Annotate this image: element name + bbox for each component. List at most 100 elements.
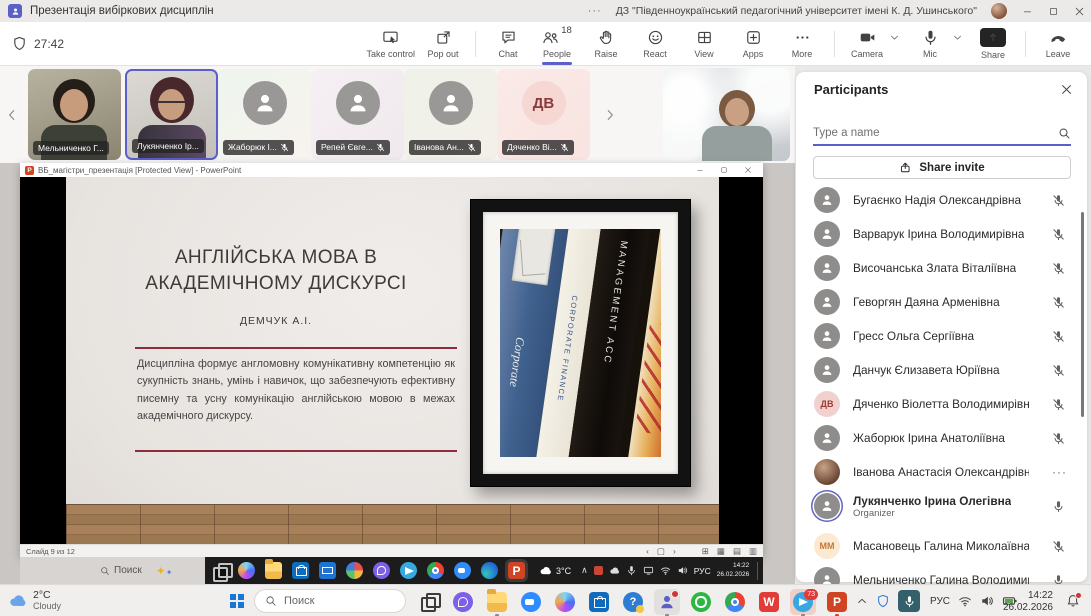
participant-row[interactable]: Гресс Ольга Сергіївна: [796, 320, 1087, 352]
zoom-icon[interactable]: [454, 562, 471, 579]
participant-search[interactable]: [813, 122, 1071, 146]
onedrive-icon[interactable]: [609, 565, 620, 576]
avatar-tile[interactable]: Іванова Ан...: [404, 69, 497, 160]
react-button[interactable]: React: [634, 24, 676, 64]
chat-button[interactable]: Chat: [487, 24, 529, 64]
pop-out-button[interactable]: Pop out: [422, 24, 464, 64]
mail-icon[interactable]: [319, 562, 336, 579]
participant-row[interactable]: Бугаєнко Надія Олександрівна: [796, 184, 1087, 216]
store-icon[interactable]: [586, 589, 612, 615]
copilot-icon[interactable]: [552, 589, 578, 615]
mic-off-icon[interactable]: [1052, 262, 1065, 275]
slideshow-view-icon[interactable]: ▥: [749, 546, 757, 557]
user-avatar[interactable]: [991, 3, 1007, 19]
mic-off-icon[interactable]: [1052, 228, 1065, 241]
weather-widget[interactable]: 2°CCloudy: [8, 589, 61, 611]
monitor-icon[interactable]: [643, 565, 654, 576]
participant-row[interactable]: ДВ Дяченко Віолетта Володимирівна: [796, 388, 1087, 420]
mic-chevron-icon[interactable]: [952, 32, 963, 43]
avatar-tile[interactable]: Жаборюк І...: [218, 69, 311, 160]
task-view-icon[interactable]: [211, 562, 228, 579]
strip-next-icon[interactable]: [602, 104, 618, 126]
view-button[interactable]: View: [683, 24, 725, 64]
participant-row-organizer[interactable]: Лукянченко Ірина Олегівна Organizer: [796, 486, 1087, 526]
participant-search-input[interactable]: [813, 127, 1058, 139]
normal-view-icon[interactable]: ⊞: [702, 546, 709, 557]
shared-clock[interactable]: 14:22 26.02.2026: [717, 562, 750, 578]
zoom-icon[interactable]: [518, 589, 544, 615]
prev-slide-icon[interactable]: ‹: [646, 546, 649, 557]
shared-search[interactable]: Поиск: [100, 565, 142, 576]
raise-hand-button[interactable]: Raise: [585, 24, 627, 64]
camera-button[interactable]: Camera: [846, 24, 888, 64]
participant-row[interactable]: Данчук Єлизавета Юріївна: [796, 354, 1087, 386]
mic-off-icon[interactable]: [1052, 330, 1065, 343]
mic-off-icon[interactable]: [1052, 194, 1065, 207]
wifi-icon[interactable]: [958, 585, 972, 616]
taskbar-clock[interactable]: 14:22 26.02.2026: [1003, 590, 1053, 614]
chrome-icon[interactable]: [427, 562, 444, 579]
minimize-icon[interactable]: [1021, 5, 1033, 17]
participant-row[interactable]: Іванова Анастасія Олександрівна ···: [796, 456, 1087, 488]
powerpoint-taskbar-icon[interactable]: [824, 589, 850, 615]
participant-row[interactable]: Жаборюк Ірина Анатоліївна: [796, 422, 1087, 454]
maximize-icon[interactable]: [1047, 5, 1059, 17]
mic-off-icon[interactable]: [1052, 398, 1065, 411]
next-slide-icon[interactable]: ›: [673, 546, 676, 557]
powerpoint-taskbar-icon[interactable]: [508, 562, 525, 579]
store-icon[interactable]: [292, 562, 309, 579]
share-button[interactable]: Share: [972, 24, 1014, 64]
video-tile-large[interactable]: [663, 68, 790, 161]
ppt-restore-icon[interactable]: [720, 166, 728, 174]
ppt-close-icon[interactable]: [744, 166, 752, 174]
mic-off-icon[interactable]: [1052, 296, 1065, 309]
leave-button[interactable]: Leave: [1037, 24, 1079, 64]
mic-tray-icon[interactable]: [626, 565, 637, 576]
avatar-tile[interactable]: ДВ Дяченко Ві...: [497, 69, 590, 160]
get-help-icon[interactable]: [620, 589, 646, 615]
panel-close-icon[interactable]: [1060, 83, 1073, 96]
take-control-button[interactable]: Take control: [366, 24, 415, 64]
participant-row[interactable]: ММ Масановець Галина Миколаївна: [796, 530, 1087, 562]
wps-office-icon[interactable]: [756, 589, 782, 615]
chrome-icon[interactable]: [722, 589, 748, 615]
participant-row[interactable]: Варварук Ірина Володимирівна: [796, 218, 1087, 250]
avatar-tile[interactable]: Репей Євге...: [311, 69, 404, 160]
volume-icon[interactable]: [980, 585, 994, 616]
viber-icon[interactable]: [373, 562, 390, 579]
file-explorer-icon[interactable]: [265, 562, 282, 579]
people-button[interactable]: 18 People: [536, 24, 578, 64]
telegram-icon[interactable]: [400, 562, 417, 579]
viber-icon[interactable]: [450, 589, 476, 615]
notifications-bell-icon[interactable]: [1066, 585, 1080, 616]
teams-taskbar-icon[interactable]: [654, 589, 680, 615]
network-icon[interactable]: [660, 565, 671, 576]
edge-icon[interactable]: [481, 562, 498, 579]
tray-expand-icon[interactable]: [856, 585, 868, 616]
camera-chevron-icon[interactable]: [889, 32, 900, 43]
taskbar-search-input[interactable]: [284, 595, 384, 607]
shared-weather[interactable]: 3°C: [539, 564, 571, 577]
show-desktop-strip[interactable]: [757, 562, 758, 580]
mic-in-use-indicator[interactable]: [898, 585, 920, 616]
panel-scrollbar[interactable]: [1081, 212, 1084, 417]
participant-row[interactable]: Височанська Злата Віталіївна: [796, 252, 1087, 284]
more-button[interactable]: More: [781, 24, 823, 64]
video-tile[interactable]: Мельниченко Г...: [28, 69, 121, 160]
video-tile-speaking[interactable]: Лукянченко Ір...: [125, 69, 218, 160]
mic-off-icon[interactable]: [1052, 432, 1065, 445]
ppt-minimize-icon[interactable]: [696, 166, 704, 174]
tray-expand-icon[interactable]: ∧: [581, 565, 588, 576]
mic-on-icon[interactable]: [1052, 500, 1065, 513]
language-indicator[interactable]: РУС: [930, 585, 950, 616]
file-explorer-icon[interactable]: [484, 589, 510, 615]
apps-button[interactable]: Apps: [732, 24, 774, 64]
current-slide-icon[interactable]: ▢: [657, 546, 665, 557]
volume-icon[interactable]: [677, 565, 688, 576]
whatsapp-icon[interactable]: [688, 589, 714, 615]
task-view-icon[interactable]: [416, 589, 442, 615]
slide-sorter-icon[interactable]: ▦: [717, 546, 725, 557]
recording-icon[interactable]: [594, 566, 603, 575]
mic-button[interactable]: Mic: [909, 24, 951, 64]
share-invite-button[interactable]: Share invite: [813, 156, 1071, 179]
